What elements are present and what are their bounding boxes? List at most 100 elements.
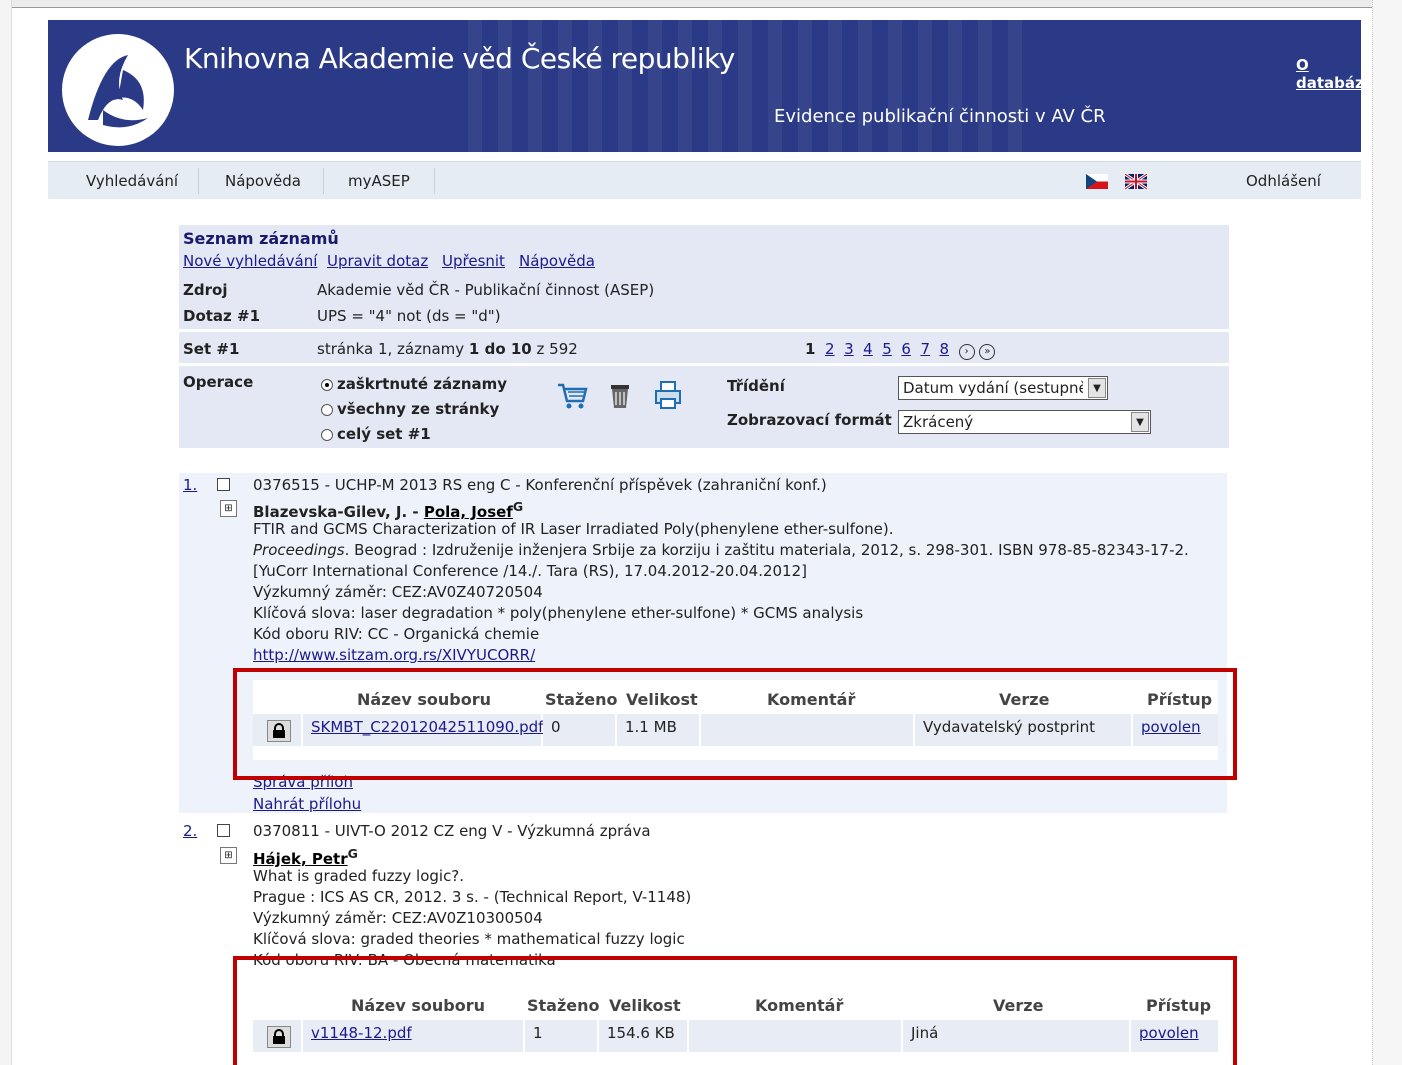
query-label: Dotaz #1 — [183, 307, 261, 325]
page-current: 1 — [805, 340, 816, 358]
sort-label: Třídění — [727, 377, 785, 395]
radio-label: zaškrtnuté záznamy — [337, 375, 508, 393]
record-url[interactable]: http://www.sitzam.org.rs/XIVYUCORR/ — [253, 646, 535, 664]
edit-query-link[interactable]: Upravit dotaz — [327, 252, 428, 270]
record-conference: [YuCorr International Conference /14./. … — [253, 562, 807, 580]
nav-item-logout[interactable]: Odhlášení — [1246, 172, 1321, 190]
record-riv: Kód oboru RIV: CC - Organická chemie — [253, 625, 540, 643]
operations-label: Operace — [183, 373, 254, 391]
pagination: 1 2 3 4 5 6 7 8 › » — [805, 340, 996, 360]
nav-item-myasep[interactable]: myASEP — [348, 172, 410, 190]
set-suffix: z 592 — [531, 340, 578, 358]
nav-item-help[interactable]: Nápověda — [225, 172, 301, 190]
set-summary: stránka 1, záznamy 1 do 10 z 592 — [317, 340, 578, 358]
source-value: Akademie věd ČR - Publikační činnost (AS… — [317, 281, 655, 299]
left-frame-edge — [0, 0, 12, 1065]
bookmark-icon[interactable]: ⊞ — [220, 847, 237, 864]
record-authors: Blazevska-Gilev, J. - Pola, JosefG — [253, 499, 523, 521]
radio-button[interactable] — [321, 403, 333, 416]
academy-logo — [62, 34, 174, 146]
author-name: Blazevska-Gilev, J. - — [253, 503, 424, 521]
upload-attachment-link[interactable]: Nahrát přílohu — [253, 795, 361, 813]
next-page-icon[interactable]: › — [958, 344, 975, 360]
page-title: Knihovna Akademie věd České republiky — [184, 42, 735, 75]
record-code: 0376515 - UCHP-M 2013 RS eng C - Konfere… — [253, 476, 827, 494]
page-link[interactable]: 3 — [844, 340, 854, 358]
page-link[interactable]: 4 — [863, 340, 873, 358]
shopping-cart-icon[interactable] — [555, 379, 589, 411]
set-range: 1 do 10 — [468, 340, 532, 358]
bookmark-icon[interactable]: ⊞ — [220, 500, 237, 517]
format-select[interactable]: Zkrácený ▼ — [898, 410, 1151, 434]
record-authors: Hájek, PetrG — [253, 846, 358, 868]
format-label: Zobrazovací formát — [727, 411, 892, 429]
results-heading: Seznam záznamů — [183, 229, 339, 248]
row-separator — [179, 329, 1229, 332]
last-page-icon[interactable]: » — [979, 344, 996, 360]
about-database-link[interactable]: O databázi — [1296, 56, 1361, 92]
header-building-art — [468, 20, 1028, 152]
record-title: What is graded fuzzy logic?. — [253, 867, 465, 885]
radio-checked-records[interactable]: zaškrtnuté záznamy — [321, 375, 507, 393]
record-research-plan: Výzkumný záměr: CEZ:AV0Z40720504 — [253, 583, 543, 601]
sort-value: Datum vydání (sestupně) — [903, 379, 1083, 397]
radio-button-selected[interactable] — [321, 378, 333, 391]
author-link[interactable]: Pola, Josef — [424, 503, 513, 521]
academy-logo-icon — [88, 55, 148, 128]
record-research-plan: Výzkumný záměr: CEZ:AV0Z10300504 — [253, 909, 543, 927]
new-search-link[interactable]: Nové vyhledávání — [183, 252, 317, 270]
format-value: Zkrácený — [903, 413, 974, 431]
page-link[interactable]: 8 — [940, 340, 950, 358]
record-source: Prague : ICS AS CR, 2012. 3 s. - (Techni… — [253, 888, 692, 906]
author-link[interactable]: Hájek, Petr — [253, 850, 348, 868]
set-prefix: stránka 1, záznamy — [317, 340, 469, 358]
browser-top-edge — [0, 0, 1402, 8]
page-link[interactable]: 5 — [882, 340, 892, 358]
source-label: Zdroj — [183, 281, 228, 299]
panel-help-link[interactable]: Nápověda — [519, 252, 595, 270]
main-nav: Vyhledávání Nápověda myASEP Odhlášení — [48, 161, 1361, 199]
nav-separator — [434, 168, 435, 194]
results-panel: Seznam záznamů Nové vyhledávání Upravit … — [179, 225, 1229, 448]
sort-select[interactable]: Datum vydání (sestupně) ▼ — [898, 376, 1108, 400]
nav-separator — [198, 168, 199, 194]
set-label: Set #1 — [183, 340, 240, 358]
source-details: . Beograd : Izdruženije inženjera Srbije… — [344, 541, 1189, 559]
author-superscript: G — [512, 499, 524, 514]
nav-separator — [323, 168, 324, 194]
page-subtitle: Evidence publikační činnosti v AV ČR — [774, 106, 1106, 127]
page-link[interactable]: 2 — [825, 340, 835, 358]
record-title: FTIR and GCMS Characterization of IR Las… — [253, 520, 894, 538]
radio-label: celý set #1 — [337, 425, 431, 443]
nav-item-search[interactable]: Vyhledávání — [86, 172, 178, 190]
chevron-down-icon[interactable]: ▼ — [1088, 378, 1106, 398]
record-code: 0370811 - UIVT-O 2012 CZ eng V - Výzkumn… — [253, 822, 651, 840]
chevron-down-icon[interactable]: ▼ — [1131, 412, 1149, 432]
source-journal: Proceedings — [253, 541, 345, 559]
radio-label: všechny ze stránky — [337, 400, 500, 418]
author-superscript: G — [347, 846, 358, 861]
highlight-box — [233, 956, 1237, 1065]
site-header: Knihovna Akademie věd České republiky Ev… — [48, 20, 1361, 152]
radio-page-records[interactable]: všechny ze stránky — [321, 400, 499, 418]
radio-whole-set[interactable]: celý set #1 — [321, 425, 431, 443]
czech-flag-icon[interactable] — [1086, 174, 1108, 189]
trash-icon[interactable] — [603, 379, 637, 411]
page-link[interactable]: 7 — [920, 340, 930, 358]
highlight-box — [233, 668, 1237, 780]
record-keywords: Klíčová slova: graded theories * mathema… — [253, 930, 685, 948]
refine-link[interactable]: Upřesnit — [442, 252, 505, 270]
record-source: Proceedings. Beograd : Izdruženije inžen… — [253, 541, 1189, 559]
record-number[interactable]: 1. — [183, 476, 197, 494]
record-keywords: Klíčová slova: laser degradation * poly(… — [253, 604, 864, 622]
record-number[interactable]: 2. — [183, 822, 197, 840]
query-value: UPS = "4" not (ds = "d") — [317, 307, 501, 325]
right-scroll-area — [1372, 0, 1402, 1065]
record-checkbox[interactable] — [217, 478, 230, 491]
row-separator — [179, 363, 1229, 366]
radio-button[interactable] — [321, 428, 333, 441]
page-link[interactable]: 6 — [901, 340, 911, 358]
uk-flag-icon[interactable] — [1125, 174, 1147, 189]
print-icon[interactable] — [651, 379, 685, 411]
record-checkbox[interactable] — [217, 824, 230, 837]
